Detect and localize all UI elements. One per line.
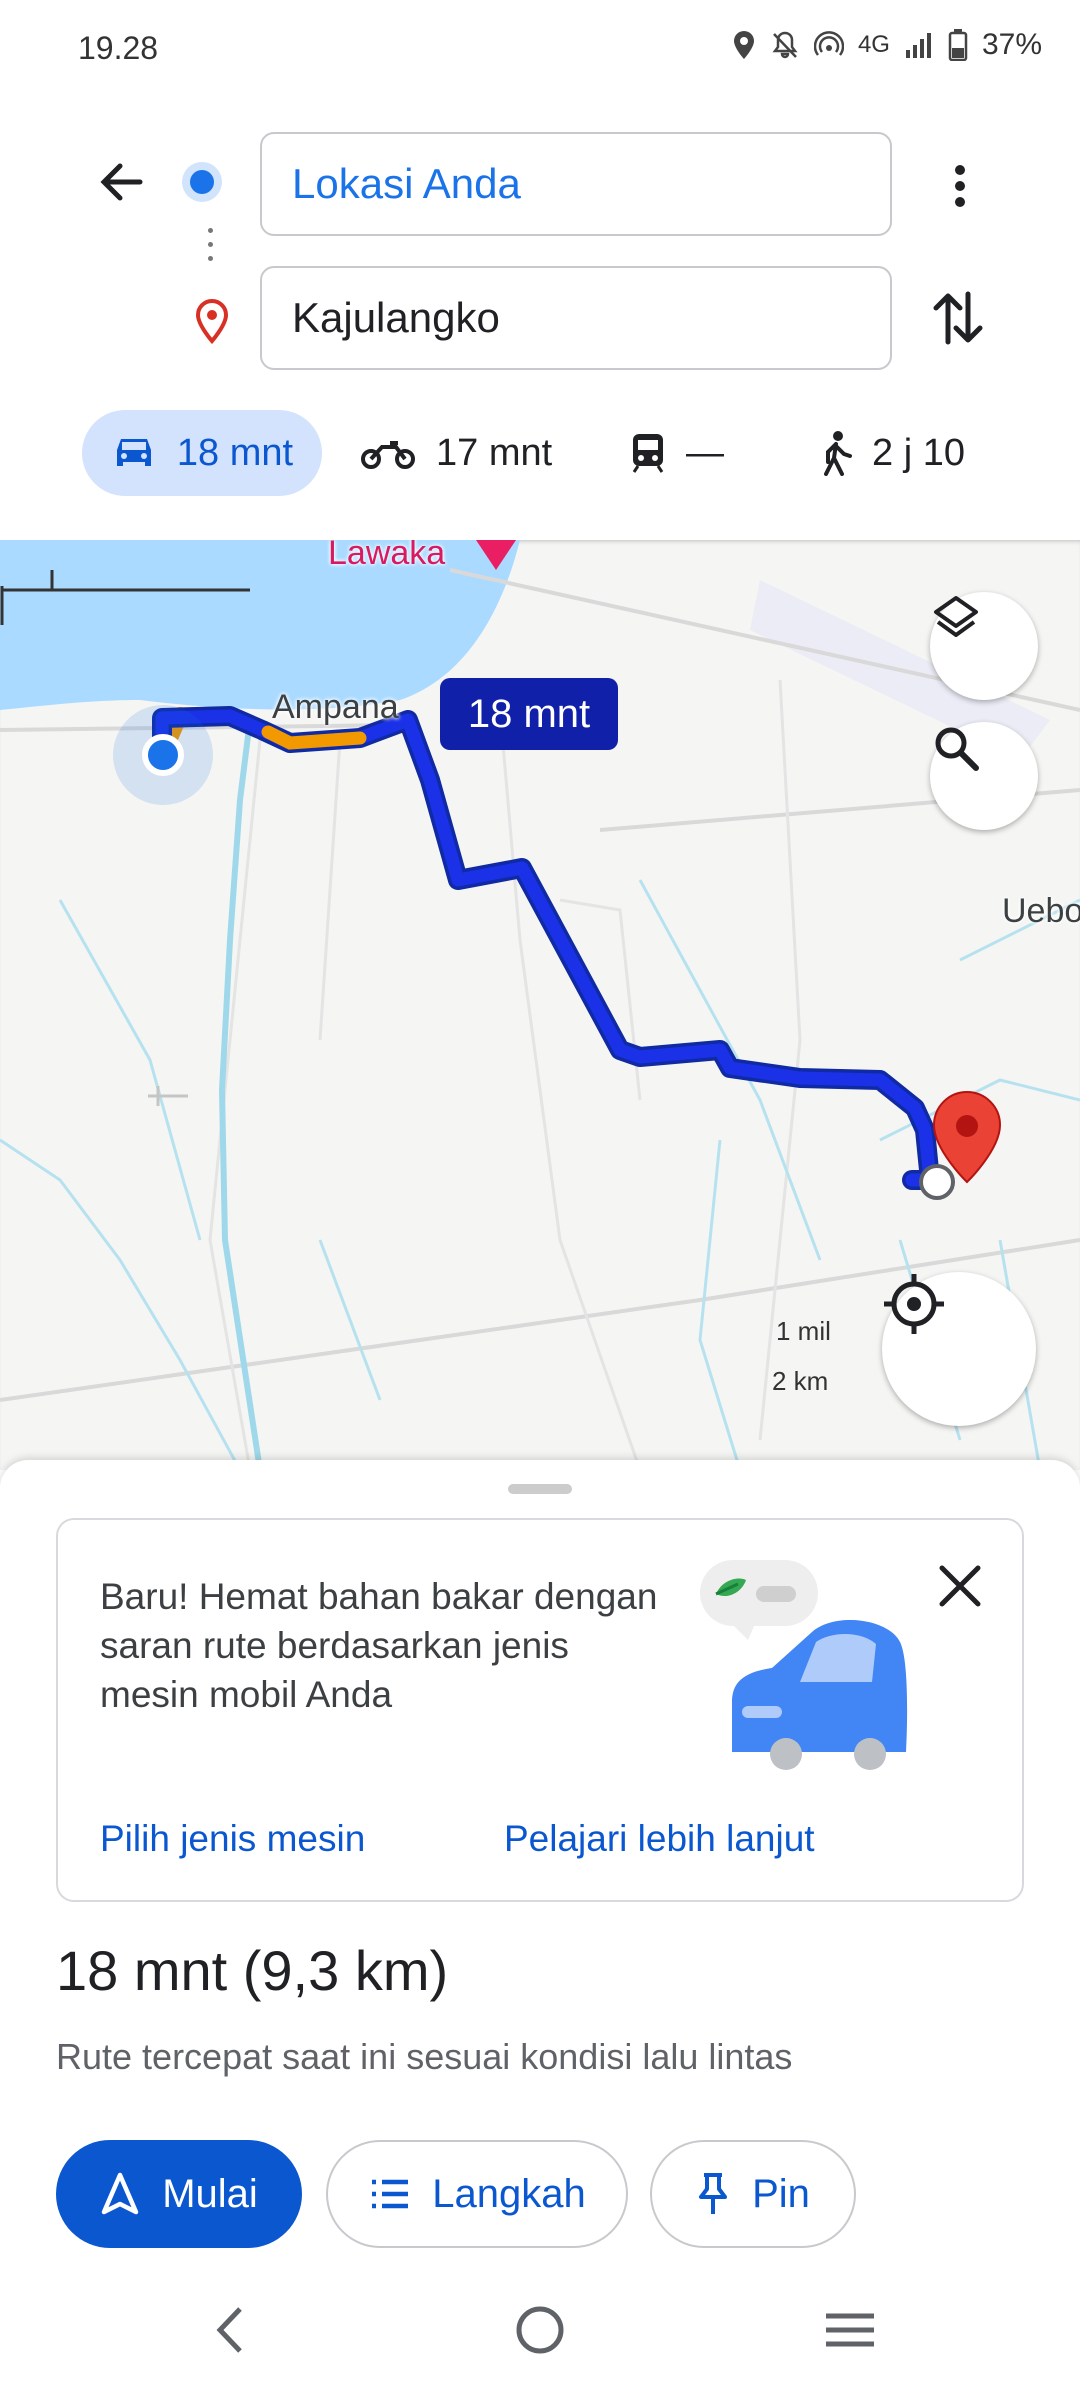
menu-icon <box>826 2313 874 2347</box>
pin-button[interactable]: Pin <box>650 2140 856 2248</box>
system-home-button[interactable] <box>500 2300 580 2360</box>
mode-transit-label: — <box>686 431 724 474</box>
learn-more-link[interactable]: Pelajari lebih lanjut <box>504 1818 815 1860</box>
map-label-uebo[interactable]: Uebo <box>1002 892 1080 931</box>
battery-icon <box>948 29 968 61</box>
system-recents-button[interactable] <box>810 2300 890 2360</box>
close-icon <box>939 1565 981 1607</box>
promo-text: Baru! Hemat bahan bakar dengan saran rut… <box>100 1576 658 1715</box>
mode-motorcycle-tab[interactable]: 17 mnt <box>360 410 552 496</box>
destination-input[interactable]: Kajulangko <box>260 266 892 370</box>
swap-vert-icon <box>933 291 983 345</box>
map-label-lawaka[interactable]: Lawaka <box>328 540 445 573</box>
system-back-button[interactable] <box>190 2300 270 2360</box>
status-icons: 4G 37% <box>732 28 1042 62</box>
hotspot-icon <box>813 31 844 56</box>
mode-walk-tab[interactable]: 2 j 10 <box>818 410 965 496</box>
route-end-icon <box>919 1164 955 1200</box>
swap-button[interactable] <box>930 288 986 348</box>
map-view[interactable]: Lawaka Ampana Uebo 18 mnt 1 mil 2 km <box>0 540 1080 1470</box>
train-icon <box>632 434 664 473</box>
route-dots-icon <box>208 228 214 270</box>
location-icon <box>733 31 754 59</box>
current-location-icon <box>142 734 184 776</box>
route-duration-callout[interactable]: 18 mnt <box>440 678 618 750</box>
start-navigation-button[interactable]: Mulai <box>56 2140 302 2248</box>
close-promo-button[interactable] <box>934 1560 986 1612</box>
status-time: 19.28 <box>78 30 159 66</box>
choose-engine-link[interactable]: Pilih jenis mesin <box>100 1818 365 1860</box>
mode-walk-label: 2 j 10 <box>872 431 965 474</box>
steps-button[interactable]: Langkah <box>326 2140 628 2248</box>
more-options-button[interactable] <box>940 162 980 210</box>
route-line <box>155 709 937 1187</box>
mode-car-label: 18 mnt <box>176 431 294 474</box>
motorcycle-icon <box>361 441 415 469</box>
status-bar: 19.28 4G 37% <box>0 0 1080 100</box>
crosshair-icon <box>884 1274 944 1334</box>
route-summary: 18 mnt (9,3 km) <box>56 1939 449 2002</box>
river <box>218 719 263 1470</box>
layers-icon <box>934 596 978 637</box>
signal-icon <box>905 33 931 58</box>
mode-car-tab[interactable]: 18 mnt <box>82 410 322 496</box>
scale-miles: 1 mil <box>776 1316 831 1346</box>
pin-icon <box>699 2173 728 2214</box>
search-along-route-button[interactable] <box>930 722 1038 830</box>
arrow-back-icon <box>100 163 143 201</box>
steps-label: Langkah <box>432 2171 586 2216</box>
start-label: Mulai <box>162 2171 258 2216</box>
walk-icon <box>824 431 852 476</box>
scale-km: 2 km <box>772 1366 829 1396</box>
map-label-ampana[interactable]: Ampana <box>272 688 399 727</box>
mode-transit-tab[interactable]: — <box>630 410 724 496</box>
chevron-left-icon <box>216 2307 242 2353</box>
back-button[interactable] <box>92 152 152 212</box>
origin-input[interactable]: Lokasi Anda <box>260 132 892 236</box>
pin-label: Pin <box>752 2171 810 2216</box>
mute-icon <box>772 31 798 59</box>
destination-pin-icon <box>192 298 232 345</box>
list-icon <box>372 2179 409 2209</box>
more-vert-icon <box>955 165 965 207</box>
route-outline <box>152 706 940 1190</box>
mode-motorcycle-label: 17 mnt <box>436 431 553 474</box>
drag-handle[interactable] <box>508 1484 572 1494</box>
navigation-arrow-icon <box>101 2172 139 2215</box>
my-location-button[interactable] <box>882 1272 1036 1426</box>
route-description: Rute tercepat saat ini sesuai kondisi la… <box>56 2036 793 2077</box>
network-type: 4G <box>857 31 890 58</box>
origin-dot-icon <box>190 170 214 194</box>
home-circle-icon <box>516 2306 564 2354</box>
scale-bar <box>0 570 250 625</box>
search-icon <box>935 727 979 771</box>
battery-level: 37% <box>981 28 1042 61</box>
car-icon <box>116 439 151 466</box>
layers-button[interactable] <box>930 592 1038 700</box>
eco-car-illustration <box>694 1556 914 1776</box>
